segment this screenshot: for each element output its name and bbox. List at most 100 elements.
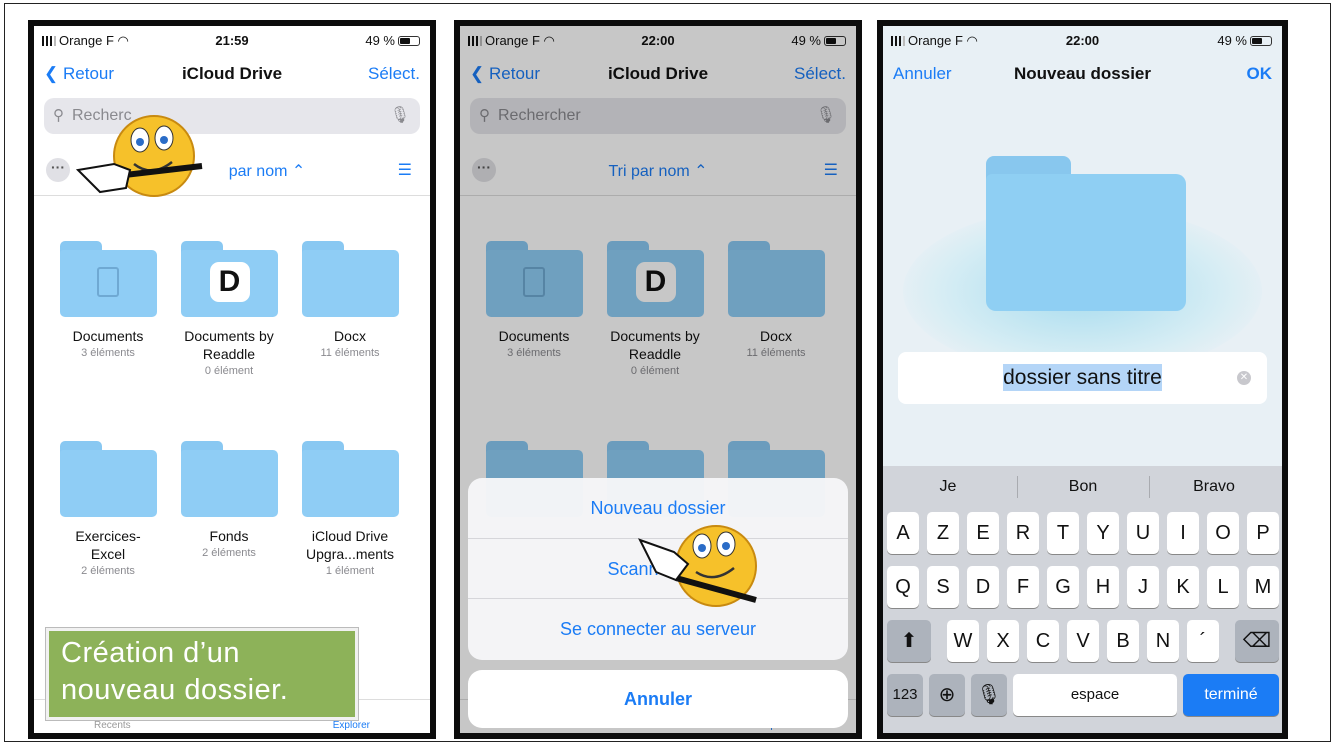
folder-count: 0 élément — [204, 365, 254, 377]
key[interactable]: Q — [887, 566, 919, 608]
folder-name-input[interactable]: dossier sans titre ✕ — [898, 352, 1267, 404]
key[interactable]: A — [887, 512, 919, 554]
folder-item[interactable]: Exercices- Excel 2 éléments — [48, 441, 168, 579]
key[interactable]: X — [987, 620, 1019, 662]
status-bar: Orange F ◠ 22:00 49 % — [883, 26, 1282, 54]
pointing-smiley-icon — [637, 525, 757, 607]
folder-name: Fonds — [209, 528, 249, 544]
magnifier-icon: ⚲ — [53, 107, 64, 124]
folder-name: Documents — [72, 328, 144, 344]
key-row-2: Q S D F G H J K L M — [883, 566, 1282, 610]
space-key[interactable]: espace — [1013, 674, 1177, 716]
key[interactable]: D — [967, 566, 999, 608]
key[interactable]: N — [1147, 620, 1179, 662]
nav-bar: Annuler Nouveau dossier OK — [883, 54, 1282, 94]
shift-icon[interactable]: ⬆ — [887, 620, 931, 662]
key[interactable]: V — [1067, 620, 1099, 662]
key[interactable]: O — [1207, 512, 1239, 554]
tab-explorer[interactable]: Explorer — [333, 720, 370, 731]
key[interactable]: I — [1167, 512, 1199, 554]
folder-icon — [301, 441, 399, 517]
folder-name-line2: Excel — [90, 546, 126, 562]
globe-icon[interactable]: ⊕ — [929, 674, 965, 716]
folder-count: 11 éléments — [320, 347, 380, 359]
folder-item[interactable]: D Documents by Readdle 0 élément — [169, 241, 289, 379]
key[interactable]: F — [1007, 566, 1039, 608]
select-button[interactable]: Sélect. — [368, 64, 420, 84]
folder-icon — [59, 241, 157, 317]
phone-screen-2: Orange F ◠ 22:00 49 % ❮ Retour iCloud Dr… — [454, 20, 862, 739]
backspace-icon[interactable]: ⌫ — [1235, 620, 1279, 662]
battery-percent: 49 % — [365, 33, 395, 48]
numbers-key[interactable]: 123 — [887, 674, 923, 716]
folder-icon — [59, 441, 157, 517]
key[interactable]: M — [1247, 566, 1279, 608]
caption-box: Création d’un nouveau dossier. — [46, 628, 358, 720]
key[interactable]: S — [927, 566, 959, 608]
key[interactable]: C — [1027, 620, 1059, 662]
done-key[interactable]: terminé — [1183, 674, 1279, 716]
key[interactable]: J — [1127, 566, 1159, 608]
folder-name-line2: Upgra...ments — [306, 546, 394, 562]
battery: 49 % — [1217, 33, 1272, 48]
suggestion[interactable]: Je — [883, 478, 1013, 496]
folder-item[interactable]: Docx 11 éléments — [290, 241, 410, 361]
nav-bar: ❮ Retour iCloud Drive Sélect. — [34, 54, 430, 94]
keyboard: Je Bon Bravo A Z E R T Y U I O P Q S D F… — [883, 466, 1282, 733]
key[interactable]: T — [1047, 512, 1079, 554]
folder-item[interactable]: Documents 3 éléments — [48, 241, 168, 361]
folder-icon: D — [180, 241, 278, 317]
key[interactable]: E — [967, 512, 999, 554]
key[interactable]: Z — [927, 512, 959, 554]
key[interactable]: K — [1167, 566, 1199, 608]
microphone-icon[interactable]: 🎙 — [971, 674, 1007, 716]
folder-count: 1 élément — [325, 565, 375, 577]
folder-name-line2: Readdle — [202, 346, 256, 362]
document-icon — [96, 267, 119, 297]
key[interactable]: L — [1207, 566, 1239, 608]
key[interactable]: B — [1107, 620, 1139, 662]
page-title: Nouveau dossier — [1014, 64, 1151, 83]
folder-count: 2 éléments — [81, 565, 135, 577]
caption-line-1: Création d’un — [61, 637, 240, 669]
folder-item[interactable]: iCloud Drive Upgra...ments 1 élément — [290, 441, 410, 579]
folder-name: Documents by — [184, 328, 274, 344]
key[interactable]: ´ — [1187, 620, 1219, 662]
folder-icon — [301, 241, 399, 317]
key[interactable]: W — [947, 620, 979, 662]
folder-name-value: dossier sans titre — [1003, 364, 1162, 391]
battery-icon — [398, 36, 420, 46]
folder-count: 3 éléments — [81, 347, 135, 359]
readdle-app-icon: D — [209, 262, 250, 302]
folder-count: 2 éléments — [202, 547, 256, 559]
list-icon[interactable]: ☰ — [398, 160, 412, 180]
folder-name: iCloud Drive — [311, 528, 389, 544]
suggestion[interactable]: Bravo — [1149, 478, 1279, 496]
caption-line-2: nouveau dossier. — [61, 674, 289, 706]
ok-button[interactable]: OK — [1247, 64, 1273, 84]
key-row-1: A Z E R T Y U I O P — [883, 512, 1282, 556]
battery-percent: 49 % — [1217, 33, 1247, 48]
suggestion[interactable]: Bon — [1018, 478, 1148, 496]
clear-text-icon[interactable]: ✕ — [1237, 371, 1251, 385]
microphone-icon[interactable]: 🎙 — [390, 98, 410, 134]
folder-item[interactable]: Fonds 2 éléments — [169, 441, 289, 561]
phone-screen-3: Orange F ◠ 22:00 49 % Annuler Nouveau do… — [877, 20, 1288, 739]
battery: 49 % — [365, 33, 420, 48]
key-row-3: ⬆ W X C V B N ´ ⌫ — [883, 620, 1282, 664]
status-bar: Orange F ◠ 21:59 49 % — [34, 26, 430, 54]
chevron-up-icon: ⌃ — [291, 163, 306, 180]
key[interactable]: R — [1007, 512, 1039, 554]
key[interactable]: U — [1127, 512, 1159, 554]
folder-name: Docx — [334, 328, 366, 344]
folder-name: Exercices- — [75, 528, 141, 544]
key-row-4: 123 ⊕ 🎙 espace terminé — [883, 674, 1282, 718]
suggestion-bar: Je Bon Bravo — [883, 466, 1282, 508]
key[interactable]: Y — [1087, 512, 1119, 554]
key[interactable]: G — [1047, 566, 1079, 608]
folder-icon — [986, 156, 1186, 311]
key[interactable]: P — [1247, 512, 1279, 554]
key[interactable]: H — [1087, 566, 1119, 608]
cancel-button[interactable]: Annuler — [468, 670, 848, 728]
tab-recents[interactable]: Recents — [94, 720, 131, 731]
